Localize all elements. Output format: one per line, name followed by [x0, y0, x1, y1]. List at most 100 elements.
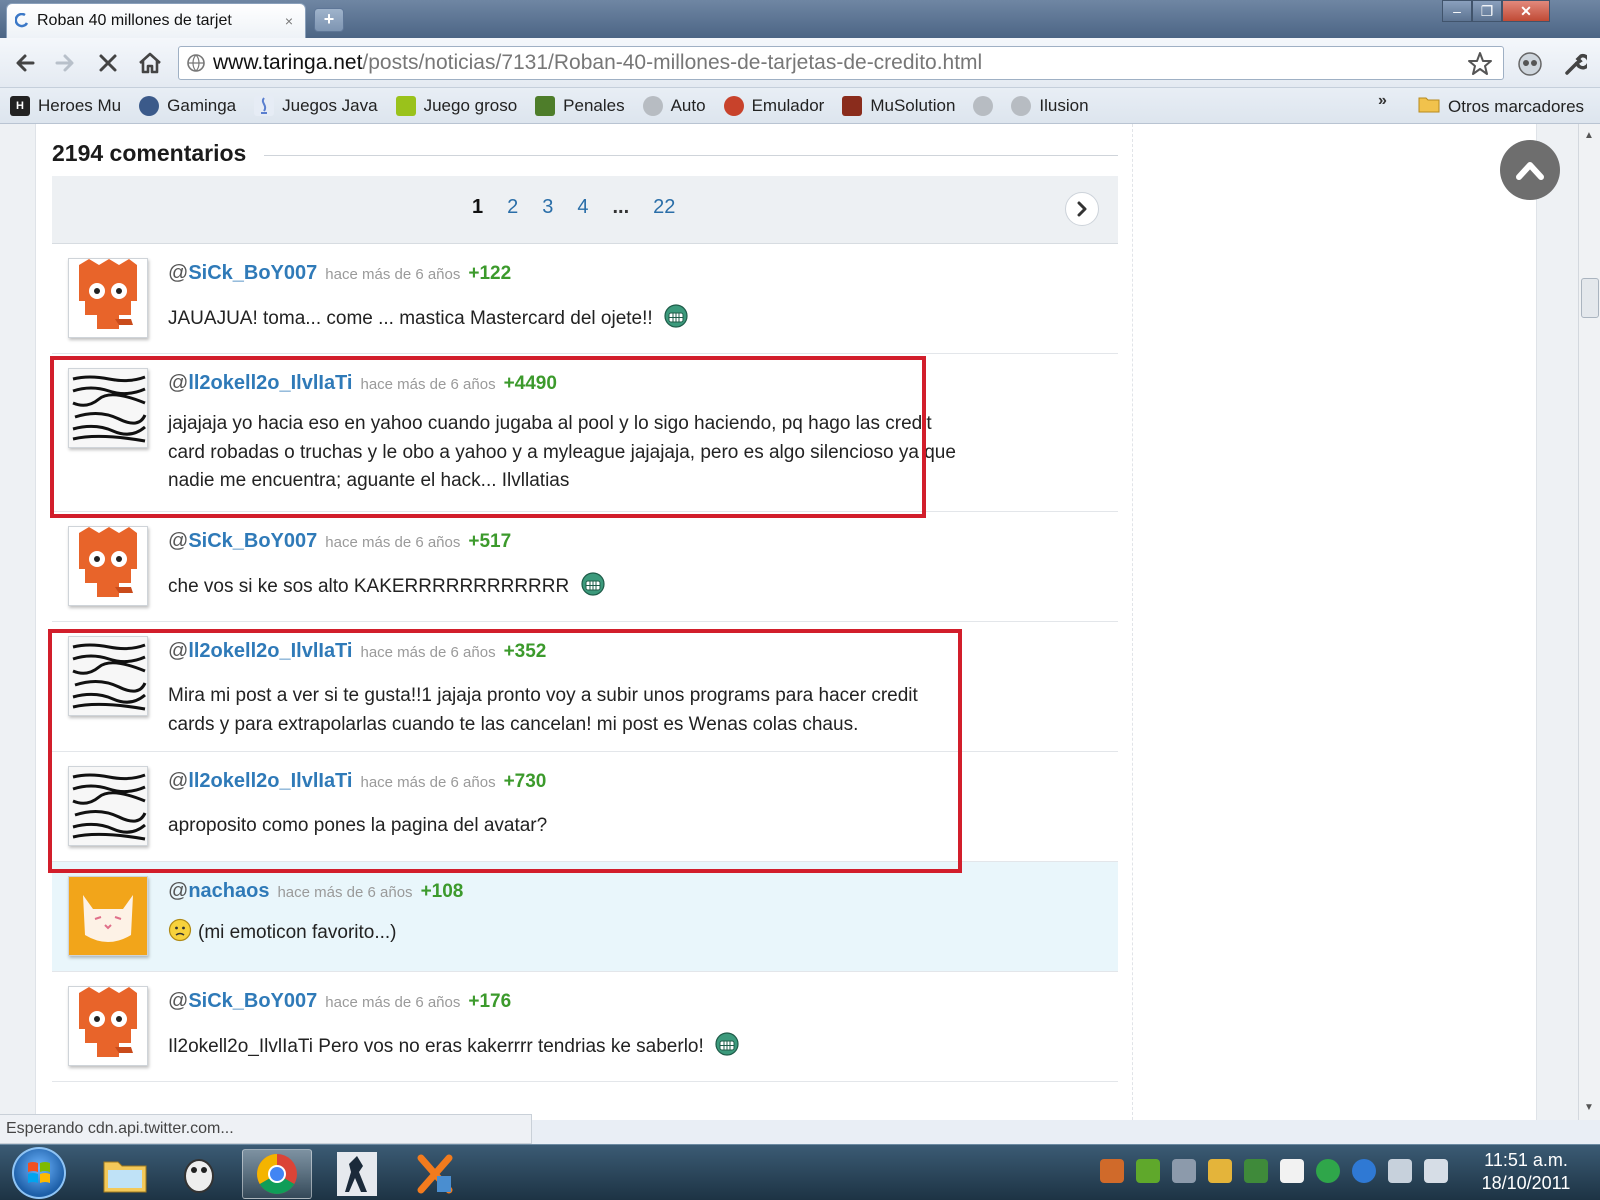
- antivirus-icon[interactable]: [1244, 1159, 1268, 1183]
- bookmark-gaminga[interactable]: Gaminga: [139, 95, 236, 116]
- comment-username[interactable]: @SiCk_BoY007: [168, 530, 317, 553]
- avatar[interactable]: [68, 258, 148, 338]
- xampp-taskbar-button[interactable]: [400, 1149, 470, 1199]
- folder-icon: [103, 1161, 147, 1193]
- back-arrow-icon[interactable]: [10, 48, 40, 78]
- scroll-up-icon[interactable]: ▲: [1584, 130, 1594, 141]
- wrench-icon[interactable]: [1560, 50, 1588, 78]
- url-text: www.taringa.net/posts/noticias/7131/Roba…: [213, 51, 982, 75]
- action-center-flag-icon[interactable]: [1280, 1159, 1304, 1183]
- bookmark-auto[interactable]: Auto: [642, 95, 706, 116]
- page-link-last[interactable]: 22: [653, 196, 675, 219]
- status-bar: Esperando cdn.api.twitter.com...: [0, 1114, 532, 1144]
- vertical-scrollbar[interactable]: ▲ ▼: [1578, 124, 1600, 1120]
- sketch-avatar-icon: [69, 767, 147, 845]
- bookmark-juego-groso[interactable]: Juego groso: [395, 95, 518, 116]
- comment-score: +517: [468, 531, 512, 552]
- other-bookmarks[interactable]: Otros marcadores: [1418, 95, 1584, 118]
- network-icon[interactable]: [1388, 1159, 1412, 1183]
- comment-meta: @SiCk_BoY007 hace más de 6 años +517: [168, 530, 511, 553]
- stop-icon[interactable]: [93, 48, 123, 78]
- close-window-button[interactable]: ✕: [1502, 0, 1550, 22]
- page-link-4[interactable]: 4: [577, 196, 588, 219]
- tab-title: Roban 40 millones de tarjet: [37, 12, 232, 29]
- comment-item: @SiCk_BoY007 hace más de 6 años +122 JAU…: [52, 244, 1118, 354]
- bookmark-label: Juego groso: [423, 95, 518, 115]
- messenger-taskbar-button[interactable]: [164, 1149, 234, 1199]
- forward-arrow-icon[interactable]: [50, 48, 80, 78]
- comment-score: +4490: [503, 373, 557, 394]
- ovi-icon[interactable]: [1136, 1159, 1160, 1183]
- avatar[interactable]: [68, 986, 148, 1066]
- bookmark-musolution[interactable]: MuSolution: [842, 95, 955, 116]
- comment-time: hace más de 6 años: [360, 774, 496, 791]
- explorer-taskbar-button[interactable]: [90, 1149, 160, 1199]
- bookmark-star-icon[interactable]: [1467, 51, 1493, 82]
- bookmark-heroes-mu[interactable]: H Heroes Mu: [10, 95, 121, 116]
- globe-icon: [1011, 95, 1032, 116]
- bookmarks-overflow-icon[interactable]: »: [1378, 92, 1387, 110]
- comments-count: 2194 comentarios: [52, 140, 247, 166]
- bookmark-label: Ilusion: [1039, 95, 1089, 115]
- comment-username[interactable]: @nachaos: [168, 880, 269, 903]
- clock[interactable]: 11:51 a.m. 18/10/2011: [1466, 1149, 1586, 1195]
- chrome-icon: [257, 1154, 297, 1194]
- sketch-avatar-icon: [69, 637, 147, 715]
- comment-score: +176: [468, 991, 512, 1012]
- comment-username[interactable]: @ll2okell2o_IlvlIaTi: [168, 372, 352, 395]
- page-link-2[interactable]: 2: [507, 196, 518, 219]
- comment-time: hace más de 6 años: [325, 266, 461, 283]
- avatar[interactable]: [68, 526, 148, 606]
- bookmark-penales[interactable]: Penales: [535, 95, 625, 116]
- orange-face-avatar-icon: [79, 987, 137, 1057]
- start-button[interactable]: [12, 1147, 66, 1199]
- sync-icon[interactable]: [1316, 1159, 1340, 1183]
- counter-strike-icon: [337, 1152, 377, 1196]
- avatar[interactable]: [68, 636, 148, 716]
- scroll-to-top-button[interactable]: [1500, 140, 1560, 200]
- bookmark-untitled[interactable]: [973, 95, 994, 116]
- volume-icon[interactable]: [1424, 1159, 1448, 1183]
- next-page-button[interactable]: [1065, 192, 1099, 226]
- extension-icon[interactable]: [1516, 50, 1544, 78]
- page-current: 1: [472, 196, 484, 218]
- other-bookmarks-label: Otros marcadores: [1448, 96, 1585, 116]
- avatar[interactable]: [68, 368, 148, 448]
- page-link-3[interactable]: 3: [542, 196, 553, 219]
- users-icon[interactable]: [1208, 1159, 1232, 1183]
- keyboard-icon[interactable]: [1172, 1159, 1196, 1183]
- comment-score: +108: [420, 881, 464, 902]
- comments-header: 2194 comentarios: [52, 140, 1118, 167]
- new-tab-button[interactable]: +: [314, 8, 344, 32]
- browser-tab[interactable]: Roban 40 millones de tarjet ×: [6, 3, 306, 38]
- globe-icon: [973, 95, 994, 116]
- comment-username[interactable]: @SiCk_BoY007: [168, 262, 317, 285]
- bookmark-label: Auto: [670, 95, 706, 115]
- orange-face-avatar-icon: [79, 259, 137, 329]
- comment-username[interactable]: @ll2okell2o_IlvlIaTi: [168, 640, 352, 663]
- comment-username[interactable]: @SiCk_BoY007: [168, 990, 317, 1013]
- left-gutter: [0, 124, 36, 1120]
- tab-close-icon[interactable]: ×: [281, 13, 297, 29]
- maximize-button[interactable]: ❐: [1472, 0, 1502, 22]
- minimize-button[interactable]: –: [1442, 0, 1472, 22]
- counter-strike-taskbar-button[interactable]: [322, 1149, 392, 1199]
- bookmark-emulador[interactable]: Emulador: [723, 95, 824, 116]
- divider: [264, 155, 1118, 156]
- bookmark-ilusion[interactable]: Ilusion: [1011, 95, 1089, 116]
- scrollbar-thumb[interactable]: [1581, 278, 1599, 318]
- speaker-muted-icon[interactable]: [1100, 1159, 1124, 1183]
- avatar[interactable]: [68, 876, 148, 956]
- comment-text: aproposito como pones la pagina del avat…: [168, 815, 548, 836]
- chrome-taskbar-button[interactable]: [242, 1149, 312, 1199]
- comment-username[interactable]: @ll2okell2o_IlvlIaTi: [168, 770, 352, 793]
- scroll-down-icon[interactable]: ▼: [1584, 1102, 1594, 1113]
- home-icon[interactable]: [135, 48, 165, 78]
- pagination: 1 2 3 4 ... 22: [52, 176, 1118, 244]
- bookmark-juegos-java[interactable]: Juegos Java: [254, 95, 378, 116]
- address-bar[interactable]: www.taringa.net/posts/noticias/7131/Roba…: [178, 46, 1504, 80]
- bluetooth-icon[interactable]: [1352, 1159, 1376, 1183]
- chevron-right-icon: [1077, 201, 1087, 217]
- page-ellipsis: ...: [612, 196, 630, 218]
- avatar[interactable]: [68, 766, 148, 846]
